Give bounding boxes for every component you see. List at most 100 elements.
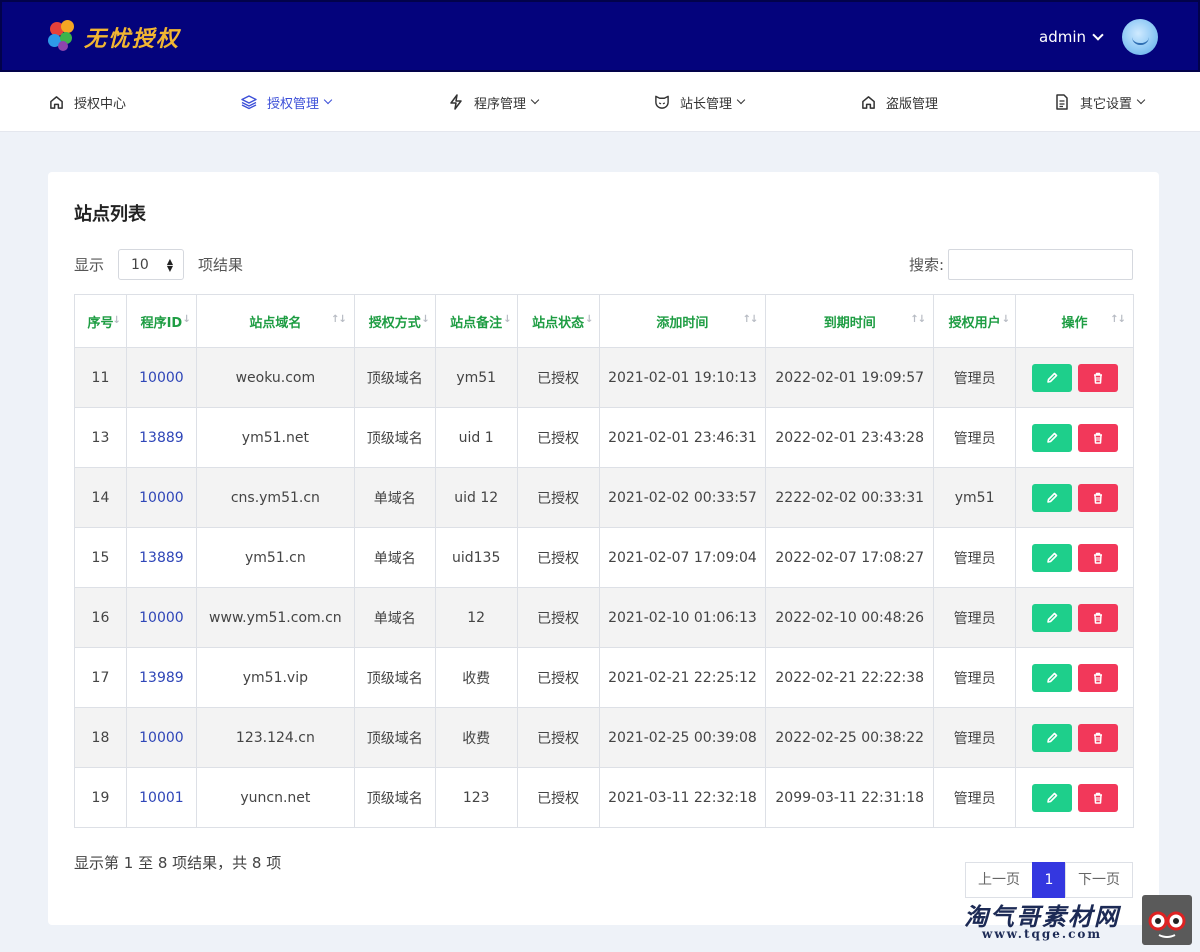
cell-auth-type: 单域名 (353, 467, 436, 528)
cell-user: 管理员 (933, 647, 1017, 708)
cell-domain: ym51.vip (195, 647, 355, 708)
pencil-icon (1046, 732, 1057, 743)
cell-program-id[interactable]: 10000 (125, 707, 197, 768)
column-header-index[interactable]: 序号 ↓ (74, 294, 127, 348)
cell-program-id[interactable]: 13889 (125, 407, 197, 468)
cell-auth-type: 顶级域名 (353, 767, 436, 828)
pencil-icon (1046, 372, 1057, 383)
column-header-user[interactable]: 授权用户 ↓ (933, 294, 1017, 348)
nav-item-piracy-manage[interactable]: 盗版管理 (860, 72, 938, 132)
edit-button[interactable] (1031, 423, 1072, 452)
delete-button[interactable] (1077, 363, 1118, 392)
cell-actions (1015, 467, 1134, 528)
edit-button[interactable] (1031, 723, 1072, 752)
column-header-auth-type[interactable]: 授权方式 ↓ (353, 294, 436, 348)
cell-expire-time: 2099-03-11 22:31:18 (765, 767, 935, 828)
cell-program-id[interactable]: 10000 (125, 587, 197, 648)
cell-index: 11 (74, 347, 127, 408)
edit-button[interactable] (1031, 783, 1072, 812)
edit-button[interactable] (1031, 603, 1072, 632)
trash-icon (1093, 432, 1102, 444)
avatar[interactable] (1122, 19, 1158, 55)
nav-item-other-settings[interactable]: 其它设置 (1054, 72, 1146, 132)
edit-button[interactable] (1031, 543, 1072, 572)
pencil-icon (1046, 552, 1057, 563)
column-header-actions[interactable]: 操作 ↑↓ (1015, 294, 1134, 348)
search-input[interactable] (948, 249, 1133, 280)
delete-button[interactable] (1077, 723, 1118, 752)
cell-actions (1015, 527, 1134, 588)
table-header-row: 序号 ↓ 程序ID ↓ 站点域名 ↑↓ 授权方式 ↓ 站点备注 ↓ 站点状态 ↓ 添加时间 ↑… (74, 294, 1134, 348)
column-header-status[interactable]: 站点状态 ↓ (516, 294, 600, 348)
column-header-domain[interactable]: 站点域名 ↑↓ (195, 294, 355, 348)
cell-user: 管理员 (933, 407, 1017, 468)
cell-user: 管理员 (933, 527, 1017, 588)
cell-auth-type: 顶级域名 (353, 647, 436, 708)
edit-button[interactable] (1031, 663, 1072, 692)
nav-item-auth-manage[interactable]: 授权管理 (241, 72, 333, 132)
cell-remark: uid 1 (434, 407, 518, 468)
cell-index: 17 (74, 647, 127, 708)
cell-program-id[interactable]: 13989 (125, 647, 197, 708)
cell-status: 已授权 (516, 407, 600, 468)
delete-button[interactable] (1077, 663, 1118, 692)
table-row: 15 13889 ym51.cn 单域名 uid135 已授权 2021-02-07 17:… (74, 527, 1134, 588)
watermark-url: www.tqge.com (982, 927, 1103, 941)
cell-program-id[interactable]: 13889 (125, 527, 197, 588)
cell-add-time: 2021-02-21 22:25:12 (598, 647, 767, 708)
cell-remark: 12 (434, 587, 518, 648)
layers-icon (241, 94, 257, 110)
cell-program-id[interactable]: 10000 (125, 467, 197, 528)
lightning-icon (448, 94, 464, 110)
nav-item-auth-center[interactable]: 授权中心 (48, 72, 126, 132)
cell-index: 13 (74, 407, 127, 468)
nav-item-program-manage[interactable]: 程序管理 (448, 72, 540, 132)
brand-logo[interactable]: 无忧授权 (48, 20, 180, 54)
cell-domain: ym51.cn (195, 527, 355, 588)
column-header-remark[interactable]: 站点备注 ↓ (434, 294, 518, 348)
edit-button[interactable] (1031, 363, 1072, 392)
cell-add-time: 2021-02-25 00:39:08 (598, 707, 767, 768)
cell-add-time: 2021-02-07 17:09:04 (598, 527, 767, 588)
pencil-icon (1046, 672, 1057, 683)
delete-button[interactable] (1077, 603, 1118, 632)
cell-remark: 123 (434, 767, 518, 828)
column-header-add-time[interactable]: 添加时间 ↑↓ (598, 294, 767, 348)
cell-program-id[interactable]: 10000 (125, 347, 197, 408)
nav-item-webmaster-manage[interactable]: 站长管理 (654, 72, 746, 132)
trash-icon (1093, 492, 1102, 504)
nav-label: 授权中心 (74, 96, 127, 112)
cell-expire-time: 2022-02-25 00:38:22 (765, 707, 935, 768)
table-row: 11 10000 weoku.com 顶级域名 ym51 已授权 2021-02-01 19… (74, 347, 1134, 408)
site-table: 序号 ↓ 程序ID ↓ 站点域名 ↑↓ 授权方式 ↓ 站点备注 ↓ 站点状态 ↓ 添加时间 ↑… (74, 294, 1134, 828)
delete-button[interactable] (1077, 423, 1118, 452)
column-header-expire-time[interactable]: 到期时间 ↑↓ (765, 294, 935, 348)
table-row: 16 10000 www.ym51.com.cn 单域名 12 已授权 2021-02-10… (74, 587, 1134, 648)
user-name: admin (1039, 28, 1086, 46)
page-length-select[interactable]: 10 ▲ ▼ (118, 248, 185, 280)
cell-status: 已授权 (516, 707, 600, 768)
site-list-card: 站点列表 显示 10 ▲ ▼ 项结果 搜索: 序号 ↓ 程序ID ↓ 站点域名 ↑↓ 授… (48, 172, 1159, 925)
delete-button[interactable] (1077, 783, 1118, 812)
cell-index: 15 (74, 527, 127, 588)
cell-user: 管理员 (933, 347, 1017, 408)
cell-user: ym51 (933, 467, 1017, 528)
search-control: 搜索: (909, 249, 1133, 280)
column-header-program-id[interactable]: 程序ID ↓ (125, 294, 197, 348)
delete-button[interactable] (1077, 543, 1118, 572)
cell-remark: uid 12 (434, 467, 518, 528)
table-row: 13 13889 ym51.net 顶级域名 uid 1 已授权 2021-02-01 23… (74, 407, 1134, 468)
delete-button[interactable] (1077, 483, 1118, 512)
table-row: 17 13989 ym51.vip 顶级域名 收费 已授权 2021-02-21 22:25… (74, 647, 1134, 708)
edit-button[interactable] (1031, 483, 1072, 512)
cell-user: 管理员 (933, 707, 1017, 768)
table-row: 14 10000 cns.ym51.cn 单域名 uid 12 已授权 2021-02-02… (74, 467, 1134, 528)
chevron-down-icon (1092, 29, 1104, 41)
cell-remark: ym51 (434, 347, 518, 408)
cell-user: 管理员 (933, 587, 1017, 648)
user-menu[interactable]: admin (1039, 28, 1104, 46)
select-arrows-icon: ▲ ▼ (166, 256, 174, 273)
cell-program-id[interactable]: 10001 (125, 767, 197, 828)
nav-label: 授权管理 (267, 96, 320, 112)
glasses-logo-icon (1142, 895, 1192, 945)
